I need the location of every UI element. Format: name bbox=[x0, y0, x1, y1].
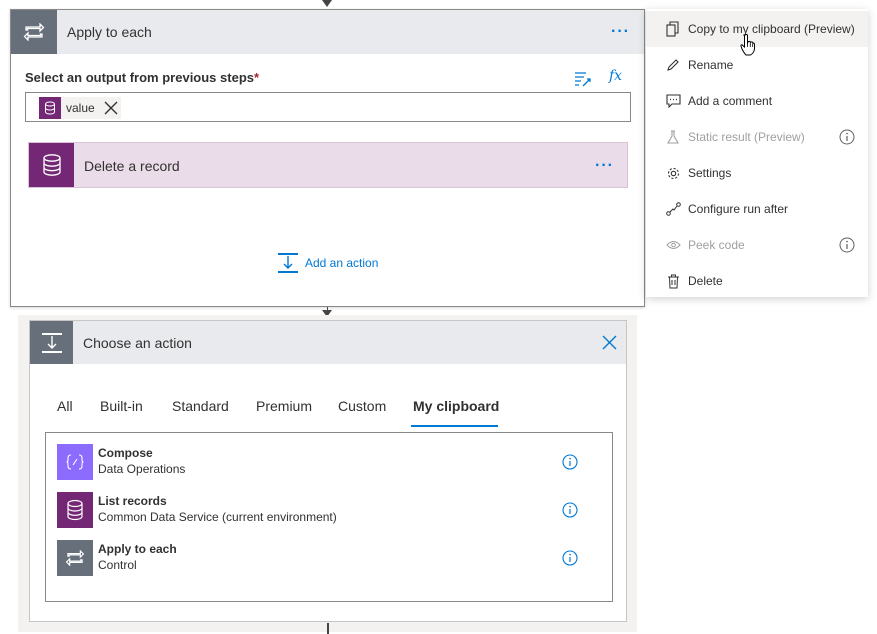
apply-to-each-card: Apply to each ··· Select an output from … bbox=[10, 9, 645, 307]
menu-item-label: Delete bbox=[688, 274, 723, 288]
menu-item-label: Peek code bbox=[688, 238, 745, 252]
menu-item-peek-code[interactable]: Peek code bbox=[646, 227, 868, 263]
add-action-icon bbox=[278, 253, 298, 273]
database-icon bbox=[39, 97, 61, 119]
add-an-action-label: Add an action bbox=[305, 256, 379, 270]
info-icon[interactable] bbox=[839, 237, 855, 253]
menu-item-copy-to-clipboard[interactable]: Copy to my clipboard (Preview) bbox=[646, 11, 868, 47]
delete-record-action[interactable]: Delete a record ··· bbox=[28, 142, 628, 188]
menu-item-add-comment[interactable]: Add a comment bbox=[646, 83, 868, 119]
info-icon[interactable] bbox=[562, 454, 578, 470]
gear-icon bbox=[665, 165, 681, 181]
add-action-icon bbox=[30, 321, 73, 364]
result-subtitle: Common Data Service (current environment… bbox=[98, 510, 337, 524]
result-subtitle: Control bbox=[98, 558, 137, 572]
menu-item-label: Static result (Preview) bbox=[688, 130, 805, 144]
compose-icon bbox=[57, 444, 93, 480]
info-icon[interactable] bbox=[839, 129, 855, 145]
clipboard-results-list: Compose Data Operations List records Com… bbox=[45, 432, 613, 602]
tab-custom[interactable]: Custom bbox=[338, 398, 386, 414]
remove-token-icon[interactable] bbox=[101, 97, 121, 119]
select-output-label-text: Select an output from previous steps bbox=[25, 70, 254, 85]
menu-item-label: Add a comment bbox=[688, 94, 773, 108]
result-item-list-records[interactable]: List records Common Data Service (curren… bbox=[57, 492, 607, 530]
loop-icon bbox=[57, 540, 93, 576]
result-title: Compose bbox=[98, 446, 153, 460]
trash-icon bbox=[665, 273, 681, 289]
choose-action-header: Choose an action bbox=[30, 321, 626, 364]
choose-action-panel: Choose an action All Built-in Standard P… bbox=[18, 315, 637, 632]
flask-icon bbox=[665, 129, 681, 145]
top-connector-arrow bbox=[322, 0, 332, 7]
delete-record-title: Delete a record bbox=[84, 158, 180, 174]
menu-item-label: Settings bbox=[688, 166, 732, 180]
bottom-connector-line bbox=[327, 623, 329, 634]
delete-record-more-button[interactable]: ··· bbox=[595, 158, 614, 174]
tab-built-in[interactable]: Built-in bbox=[100, 398, 143, 414]
expression-fx-icon[interactable]: fx bbox=[609, 68, 622, 84]
context-menu: Copy to my clipboard (Preview) Rename Ad… bbox=[646, 9, 868, 297]
info-icon[interactable] bbox=[562, 502, 578, 518]
menu-item-static-result[interactable]: Static result (Preview) bbox=[646, 119, 868, 155]
menu-item-delete[interactable]: Delete bbox=[646, 263, 868, 299]
database-icon bbox=[57, 492, 93, 528]
choose-action-title: Choose an action bbox=[83, 335, 192, 351]
dynamic-content-icon[interactable] bbox=[574, 70, 592, 88]
tab-premium[interactable]: Premium bbox=[256, 398, 312, 414]
info-icon[interactable] bbox=[562, 550, 578, 566]
menu-item-rename[interactable]: Rename bbox=[646, 47, 868, 83]
choose-action-card: Choose an action All Built-in Standard P… bbox=[29, 320, 627, 622]
tab-standard[interactable]: Standard bbox=[172, 398, 229, 414]
run-after-icon bbox=[665, 201, 681, 217]
active-tab-indicator bbox=[411, 425, 498, 427]
apply-to-each-title: Apply to each bbox=[67, 24, 152, 40]
value-token-label: value bbox=[66, 101, 95, 115]
result-title: List records bbox=[98, 494, 167, 508]
apply-to-each-more-button[interactable]: ··· bbox=[611, 24, 630, 40]
menu-item-configure-run-after[interactable]: Configure run after bbox=[646, 191, 868, 227]
select-output-label: Select an output from previous steps* bbox=[25, 70, 259, 85]
hand-pointer-cursor-icon bbox=[740, 34, 755, 56]
close-icon[interactable] bbox=[602, 335, 617, 350]
menu-item-label: Copy to my clipboard (Preview) bbox=[688, 22, 855, 36]
menu-item-settings[interactable]: Settings bbox=[646, 155, 868, 191]
database-icon bbox=[29, 143, 74, 187]
result-item-apply-to-each[interactable]: Apply to each Control bbox=[57, 540, 607, 578]
value-token[interactable]: value bbox=[39, 97, 121, 119]
result-subtitle: Data Operations bbox=[98, 462, 186, 476]
comment-icon bbox=[665, 93, 681, 109]
loop-icon bbox=[11, 10, 57, 54]
apply-to-each-header[interactable]: Apply to each ··· bbox=[11, 10, 644, 54]
output-input[interactable]: value bbox=[25, 92, 631, 122]
pencil-icon bbox=[665, 57, 681, 73]
add-an-action-button[interactable]: Add an action bbox=[277, 252, 378, 274]
tab-my-clipboard[interactable]: My clipboard bbox=[413, 398, 499, 414]
menu-item-label: Configure run after bbox=[688, 202, 789, 216]
result-title: Apply to each bbox=[98, 542, 177, 556]
eye-icon bbox=[665, 237, 681, 253]
menu-item-label: Rename bbox=[688, 58, 734, 72]
result-item-compose[interactable]: Compose Data Operations bbox=[57, 444, 607, 482]
required-mark: * bbox=[254, 70, 260, 85]
tab-all[interactable]: All bbox=[57, 398, 73, 414]
copy-icon bbox=[665, 21, 681, 37]
